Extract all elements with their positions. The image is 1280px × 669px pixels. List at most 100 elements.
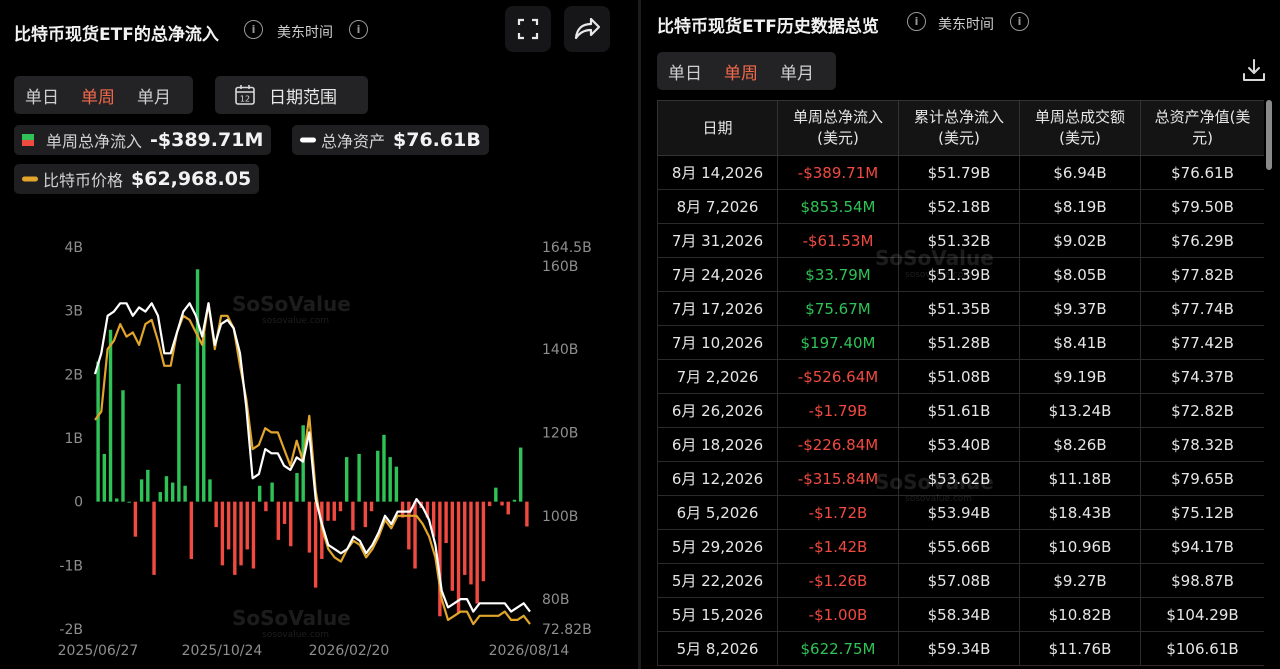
bar <box>257 485 262 502</box>
y-tick-label: 0 <box>74 495 83 511</box>
fullscreen-button[interactable] <box>505 6 551 52</box>
table-cell: $51.61B <box>898 393 1020 428</box>
bar <box>500 501 504 506</box>
y2-tick-label: 164.5B <box>542 240 592 256</box>
bar <box>388 457 392 502</box>
info-icon[interactable]: i <box>244 20 263 39</box>
legend-btc-price[interactable]: 比特币价格 $62,968.05 <box>14 164 260 194</box>
tab-month[interactable]: 单月 <box>126 83 182 108</box>
bar <box>264 501 268 512</box>
bar <box>158 492 162 502</box>
bar <box>239 501 243 566</box>
y-tick-label: 2B <box>64 367 83 383</box>
table-cell: 6月 18,2026 <box>657 427 778 462</box>
share-icon <box>574 17 601 40</box>
table-row[interactable]: 7月 10,2026 $197.40M $51.28B $8.41B $77.42B <box>657 325 1264 360</box>
legend-net-assets[interactable]: 总净资产 $76.61B <box>292 125 489 155</box>
timezone-info-icon[interactable]: i <box>1010 12 1029 31</box>
chart-title: 比特币现货ETF的总净流入 <box>14 25 219 45</box>
bar <box>494 487 498 502</box>
bar <box>170 482 175 502</box>
table-title: 比特币现货ETF历史数据总览 <box>657 17 879 37</box>
bar <box>344 457 349 502</box>
bar <box>394 466 399 502</box>
right-axis: 164.5B 160B 140B 120B 100B 80B 72.82B <box>542 240 592 638</box>
y2-tick-label: 120B <box>542 425 578 441</box>
history-table: 日期 单周总净流入 (美元) 累计总净流入 (美元) 单周总成交额 (美元) 总资产净值… <box>657 100 1264 669</box>
y-tick-label: -2B <box>59 622 83 638</box>
table-row[interactable]: 6月 18,2026 -$226.84M $53.40B $8.26B $78.32B <box>657 427 1264 462</box>
bar <box>363 501 368 528</box>
bar <box>164 476 169 502</box>
legend-value: $62,968.05 <box>131 168 252 190</box>
date-range-label: 日期范围 <box>269 87 337 108</box>
left-axis: 4B 3B 2B 1B 0 -1B -2B <box>59 240 83 638</box>
table-row[interactable]: 5月 22,2026 -$1.26B $57.08B $9.27B $98.87B <box>657 563 1264 598</box>
tab-month[interactable]: 单月 <box>769 59 825 84</box>
table-row[interactable]: 8月 7,2026 $853.54M $52.18B $8.19B $79.50B <box>657 189 1264 224</box>
tab-week[interactable]: 单周 <box>713 59 769 84</box>
legend-value: $76.61B <box>393 129 481 151</box>
table-cell: $51.28B <box>898 325 1020 360</box>
range-tabs: 单日 单周 单月 <box>14 76 193 114</box>
table-row[interactable]: 5月 8,2026 $622.75M $59.34B $11.76B $106.61B <box>657 631 1264 666</box>
table-cell: 8月 14,2026 <box>657 155 778 190</box>
table-cell: 5月 8,2026 <box>657 631 778 666</box>
table-cell: 5月 29,2026 <box>657 529 778 564</box>
bar <box>444 501 448 544</box>
table-cell: -$1.72B <box>777 495 899 530</box>
table-row[interactable]: 6月 5,2026 -$1.72B $53.94B $18.43B $75.12B <box>657 495 1264 530</box>
date-range-button[interactable]: 12 日期范围 <box>215 76 368 114</box>
table-cell: $10.82B <box>1019 597 1141 632</box>
tab-week[interactable]: 单周 <box>70 83 126 108</box>
history-table-panel: 比特币现货ETF历史数据总览 i 美东时间 i 单日 单周 单月 日期 单周总净流… <box>641 0 1280 669</box>
table-row[interactable]: 5月 15,2026 -$1.00B $58.34B $10.82B $104.29B <box>657 597 1264 632</box>
table-row[interactable]: 7月 17,2026 $75.67M $51.35B $9.37B $77.74B <box>657 291 1264 326</box>
table-cell: $74.37B <box>1140 359 1264 394</box>
info-icon[interactable]: i <box>907 12 926 31</box>
table-cell: $11.76B <box>1019 631 1141 666</box>
table-cell: $10.96B <box>1019 529 1141 564</box>
table-cell: 5月 15,2026 <box>657 597 778 632</box>
table-cell: -$1.42B <box>777 529 899 564</box>
bar <box>506 501 510 515</box>
x-tick-label: 2025/10/24 <box>182 643 263 659</box>
bar <box>127 501 131 503</box>
table-cell: $9.19B <box>1019 359 1141 394</box>
table-cell: $197.40M <box>777 325 899 360</box>
tab-day[interactable]: 单日 <box>657 59 713 84</box>
bar <box>487 501 492 507</box>
tab-day[interactable]: 单日 <box>14 83 70 108</box>
y-tick-label: 4B <box>64 240 83 256</box>
y2-tick-label: 100B <box>542 509 578 525</box>
download-icon[interactable] <box>1241 57 1267 83</box>
table-cell: $51.08B <box>898 359 1020 394</box>
table-row[interactable]: 7月 31,2026 -$61.53M $51.32B $9.02B $76.29B <box>657 223 1264 258</box>
table-cell: $57.08B <box>898 563 1020 598</box>
share-button[interactable] <box>564 6 610 52</box>
bar <box>214 501 218 528</box>
bar <box>177 383 181 502</box>
table-row[interactable]: 7月 24,2026 $33.79M $51.39B $8.05B $77.82B <box>657 257 1264 292</box>
table-row[interactable]: 7月 2,2026 -$526.64M $51.08B $9.19B $74.37B <box>657 359 1264 394</box>
table-row[interactable]: 6月 26,2026 -$1.79B $51.61B $13.24B $72.82B <box>657 393 1264 428</box>
bar <box>512 499 517 502</box>
table-row[interactable]: 5月 29,2026 -$1.42B $55.66B $10.96B $94.17B <box>657 529 1264 564</box>
table-cell: $18.43B <box>1019 495 1141 530</box>
table-cell: 7月 17,2026 <box>657 291 778 326</box>
timezone-info-icon[interactable]: i <box>349 20 368 39</box>
table-scrollbar[interactable] <box>1266 100 1272 170</box>
bar <box>413 501 417 569</box>
svg-text:12: 12 <box>240 95 250 104</box>
bar <box>307 501 312 553</box>
inflow-chart-panel: 比特币现货ETF的总净流入 i 美东时间 i 单日 单周 单月 12 日期范围 <box>0 0 638 669</box>
table-cell: $51.79B <box>898 155 1020 190</box>
table-row[interactable]: 8月 14,2026 -$389.71M $51.79B $6.94B $76.61B <box>657 155 1264 190</box>
bar <box>450 501 455 591</box>
y2-tick-label: 80B <box>542 592 569 608</box>
table-cell: $59.34B <box>898 631 1020 666</box>
y2-tick-label: 72.82B <box>542 622 592 638</box>
table-row[interactable]: 6月 12,2026 -$315.84M $53.62B $11.18B $79.65B <box>657 461 1264 496</box>
table-cell: 8月 7,2026 <box>657 189 778 224</box>
legend-net-inflow[interactable]: 单周总净流入 -$389.71M <box>14 125 272 155</box>
